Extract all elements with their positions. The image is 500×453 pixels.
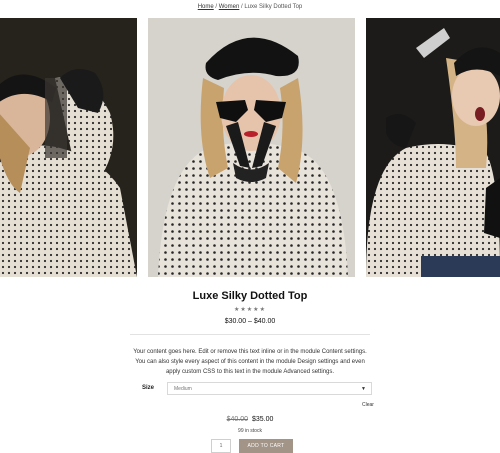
sale-price: $35.00 (251, 416, 274, 423)
size-selected-value: Medium (174, 386, 192, 392)
breadcrumb: Home / Women / Luxe Silky Dotted Top (0, 4, 500, 10)
product-image-3[interactable] (366, 18, 500, 277)
breadcrumb-women-link[interactable]: Women (219, 4, 240, 10)
add-to-cart-button[interactable]: ADD TO CART (239, 439, 293, 453)
breadcrumb-home-link[interactable]: Home (198, 4, 214, 10)
old-price: $40.00 (226, 416, 249, 423)
product-image-2[interactable] (148, 18, 355, 277)
product-gallery (0, 18, 500, 277)
stock-status: 99 in stock (238, 428, 262, 434)
rating-stars: ★★★★★ (234, 307, 266, 313)
clear-link[interactable]: Clear (362, 402, 374, 408)
product-description: Your content goes here. Edit or remove t… (133, 349, 367, 375)
product-title: Luxe Silky Dotted Top (192, 290, 308, 302)
chevron-down-icon: ▼ (361, 386, 366, 392)
quantity-input[interactable]: 1 (211, 439, 231, 453)
size-label: Size (142, 385, 155, 391)
price-range: $30.00 – $40.00 (224, 318, 276, 325)
variation-price: $40.00 $35.00 (0, 416, 500, 423)
size-select[interactable]: Medium ▼ (167, 382, 372, 395)
divider (130, 334, 370, 335)
product-image-1[interactable] (0, 18, 137, 277)
breadcrumb-current: Luxe Silky Dotted Top (244, 4, 303, 10)
